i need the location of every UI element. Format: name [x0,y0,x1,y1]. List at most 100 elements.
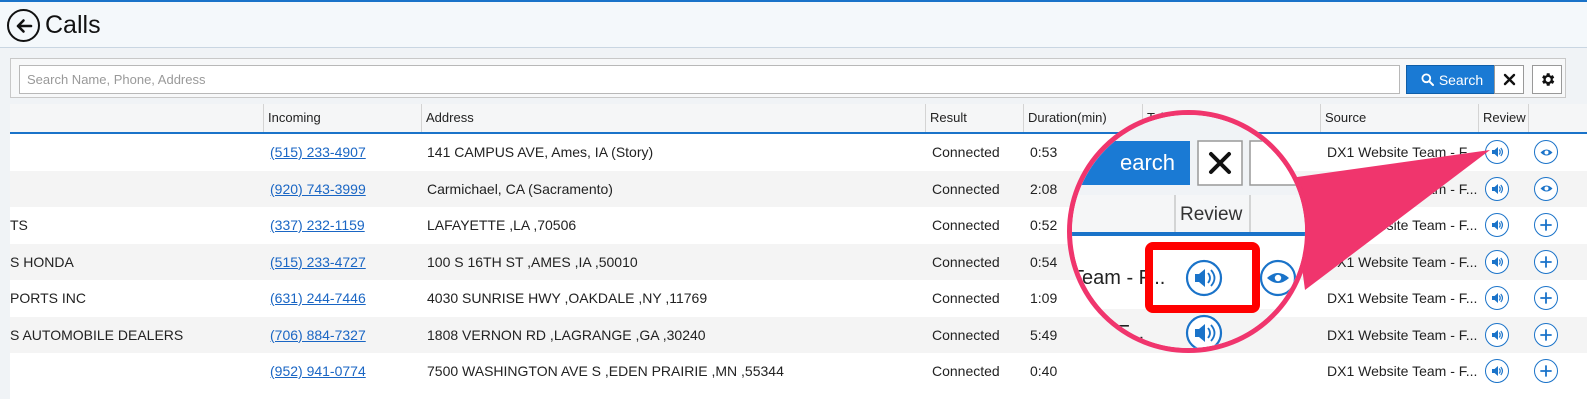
cell-duration: 5:49 [1030,326,1058,343]
cell-duration: 2:08 [1030,180,1058,197]
speaker-icon [1492,329,1504,340]
table-cell [1142,134,1320,170]
table-cell: Connected [925,134,1023,170]
table-row[interactable]: (515) 233-4907 141 CAMPUS AVE, Ames, IA (… [10,134,1587,170]
table-row[interactable]: S HONDA (515) 233-4727 100 S 16TH ST ,AMES… [10,243,1587,280]
cell-name: TS [10,217,28,233]
speaker-icon [1492,293,1504,303]
column-header-incoming[interactable]: Incoming [263,104,421,132]
table-row[interactable]: PORTS INC (631) 244-7446 4030 SUNRISE HWY … [10,280,1587,316]
table-cell: LAFAYETTE ,LA ,70506 [421,207,925,243]
column-header-result[interactable]: Result [925,104,1023,132]
table-cell: DX1 Website Team - F... [1320,244,1478,280]
add-button[interactable] [1534,322,1558,347]
plus-icon [1540,328,1552,341]
table-cell [10,171,263,207]
cell-name: S HONDA [10,253,74,270]
review-audio-button[interactable] [1485,286,1509,310]
review-audio-button[interactable] [1485,359,1509,383]
table-cell: DX1 Website Team - F... [1320,353,1478,389]
add-button[interactable] [1534,359,1558,383]
top-bar: Calls [0,0,1587,48]
table-cell [1142,244,1320,280]
cell-source: DX1 Website Team - F... [1327,326,1478,343]
speaker-icon [1492,183,1504,194]
cell-address: Carmichael, CA (Sacramento) [427,180,613,197]
cell-incoming[interactable]: (920) 743-3999 [270,181,366,197]
table-cell: S HONDA [10,244,263,280]
review-audio-button[interactable] [1485,249,1509,274]
table-cell: 7500 WASHINGTON AVE S ,EDEN PRAIRIE ,MN … [421,353,925,389]
speaker-icon [1492,256,1504,267]
settings-button[interactable] [1532,65,1562,94]
column-header-toll-free[interactable]: Toll-Free [1142,104,1320,132]
table-cell: 0:54 [1023,244,1142,280]
table-row[interactable]: (920) 743-3999 Carmichael, CA (Sacramento… [10,170,1587,207]
table-cell [1142,171,1320,207]
review-audio-button[interactable] [1485,213,1509,237]
table-cell: 141 CAMPUS AVE, Ames, IA (Story) [421,134,925,170]
table-cell: 0:53 [1023,134,1142,170]
back-button[interactable] [7,9,40,42]
table-cell: 4030 SUNRISE HWY ,OAKDALE ,NY ,11769 [421,280,925,316]
table-cell [1142,207,1320,243]
cell-incoming[interactable]: (631) 244-7446 [270,290,366,306]
table-cell: PORTS INC [10,280,263,316]
search-bar: Search [10,58,1566,98]
table-cell [1142,317,1320,353]
speaker-icon [1492,147,1504,157]
speaker-icon [1492,220,1504,230]
table-cell: (706) 884-7327 [263,317,421,353]
table-cell: Connected [925,317,1023,353]
page-title: Calls [45,11,101,39]
add-button[interactable] [1534,249,1558,274]
view-button[interactable] [1534,140,1558,164]
table-cell [10,353,263,389]
cell-incoming[interactable]: (515) 233-4907 [270,144,366,160]
table-cell: (337) 232-1159 [263,207,421,243]
cell-incoming[interactable]: (952) 941-0774 [270,363,366,379]
cell-duration: 0:40 [1030,363,1058,379]
cell-duration: 0:54 [1030,253,1058,270]
cell-address: 7500 WASHINGTON AVE S ,EDEN PRAIRIE ,MN … [427,363,784,379]
table-row[interactable]: S AUTOMOBILE DEALERS (706) 884-7327 1808 V… [10,316,1587,353]
view-button[interactable] [1534,176,1558,201]
table-cell: (515) 233-4907 [263,134,421,170]
table-cell: 100 S 16TH ST ,AMES ,IA ,50010 [421,244,925,280]
cell-source: DX1 Website Team - F... [1327,217,1478,233]
column-header-actions [1528,104,1587,132]
column-header-duration[interactable]: Duration(min) [1023,104,1142,132]
cell-duration: 0:53 [1030,144,1058,160]
column-header-review[interactable]: Review [1478,104,1528,132]
review-audio-button[interactable] [1485,176,1509,201]
table-cell: 1:09 [1023,280,1142,316]
table-cell: S AUTOMOBILE DEALERS [10,317,263,353]
cell-result: Connected [932,363,1000,379]
review-audio-button[interactable] [1485,140,1509,164]
plus-icon [1540,365,1552,377]
main-content: Search Incoming Address Result Duration(… [0,48,1587,399]
cell-address: 100 S 16TH ST ,AMES ,IA ,50010 [427,253,638,270]
cell-incoming[interactable]: (337) 232-1159 [270,217,365,233]
column-header-address[interactable]: Address [421,104,925,132]
search-button[interactable]: Search [1406,65,1498,94]
cell-result: Connected [932,180,1000,197]
cell-address: LAFAYETTE ,LA ,70506 [427,217,577,233]
cell-incoming[interactable]: (515) 233-4727 [270,254,366,270]
cell-incoming[interactable]: (706) 884-7327 [270,327,366,343]
review-audio-button[interactable] [1485,322,1509,347]
clear-search-button[interactable] [1494,65,1524,94]
table-cell [1142,353,1320,389]
add-button[interactable] [1534,286,1558,310]
cell-result: Connected [932,144,1000,160]
table-cell: DX1 Website Team - F... [1320,171,1478,207]
column-header-source[interactable]: Source [1320,104,1478,132]
table-row[interactable]: TS (337) 232-1159 LAFAYETTE ,LA ,70506 Conn… [10,207,1587,243]
table-row[interactable]: (952) 941-0774 7500 WASHINGTON AVE S ,EDE… [10,353,1587,389]
calls-table: Incoming Address Result Duration(min) To… [10,104,1587,399]
search-input[interactable] [19,65,1400,94]
cell-duration: 1:09 [1030,290,1058,306]
search-icon [1421,73,1434,86]
search-button-label: Search [1438,71,1484,88]
add-button[interactable] [1534,213,1558,237]
